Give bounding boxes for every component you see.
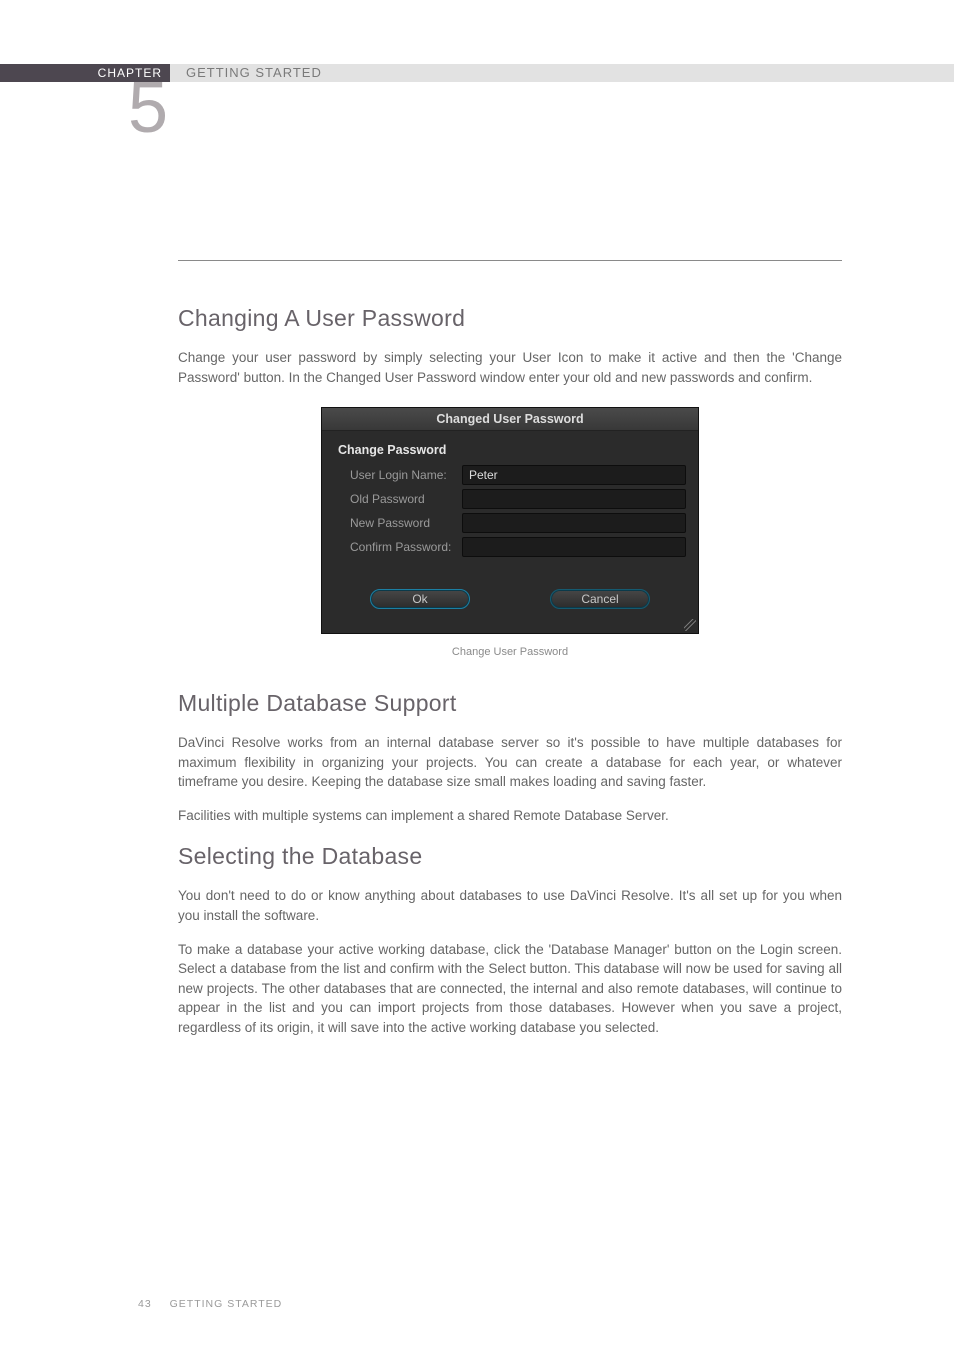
label-confirm-password: Confirm Password: [334, 540, 462, 554]
heading-selecting-database: Selecting the Database [178, 843, 842, 870]
header-section-name: GETTING STARTED [186, 64, 322, 82]
paragraph: You don't need to do or know anything ab… [178, 886, 842, 925]
label-old-password: Old Password [334, 492, 462, 506]
ok-button[interactable]: Ok [370, 589, 470, 609]
running-title: GETTING STARTED [170, 1298, 283, 1310]
dialog-body: Change Password User Login Name: Peter O… [322, 431, 698, 633]
section-multiple-database: Multiple Database Support DaVinci Resolv… [178, 690, 842, 825]
page-content: Changing A User Password Change your use… [178, 260, 842, 1055]
page-number: 43 [138, 1298, 152, 1310]
paragraph: To make a database your active working d… [178, 940, 842, 1038]
section-selecting-database: Selecting the Database You don't need to… [178, 843, 842, 1037]
dialog-screenshot: Changed User Password Change Password Us… [321, 407, 699, 634]
field-new-password[interactable] [462, 513, 686, 533]
dialog-subtitle: Change Password [338, 443, 686, 457]
row-confirm-password: Confirm Password: [334, 537, 686, 557]
field-old-password[interactable] [462, 489, 686, 509]
change-password-dialog: Changed User Password Change Password Us… [321, 407, 699, 634]
row-user-login: User Login Name: Peter [334, 465, 686, 485]
divider [178, 260, 842, 261]
section-change-password: Changing A User Password Change your use… [178, 305, 842, 658]
cancel-button[interactable]: Cancel [550, 589, 650, 609]
field-user-login[interactable]: Peter [462, 465, 686, 485]
field-confirm-password[interactable] [462, 537, 686, 557]
label-user-login: User Login Name: [334, 468, 462, 482]
page-footer: 43 GETTING STARTED [138, 1298, 282, 1310]
row-new-password: New Password [334, 513, 686, 533]
heading-change-password: Changing A User Password [178, 305, 842, 332]
row-old-password: Old Password [334, 489, 686, 509]
paragraph: DaVinci Resolve works from an internal d… [178, 733, 842, 792]
resize-grip-icon[interactable] [684, 619, 696, 631]
chapter-number: 5 [128, 72, 168, 144]
paragraph: Facilities with multiple systems can imp… [178, 806, 842, 826]
figure-caption: Change User Password [178, 646, 842, 658]
dialog-title: Changed User Password [322, 408, 698, 431]
heading-multiple-database: Multiple Database Support [178, 690, 842, 717]
paragraph: Change your user password by simply sele… [178, 348, 842, 387]
dialog-buttons: Ok Cancel [334, 561, 686, 619]
label-new-password: New Password [334, 516, 462, 530]
